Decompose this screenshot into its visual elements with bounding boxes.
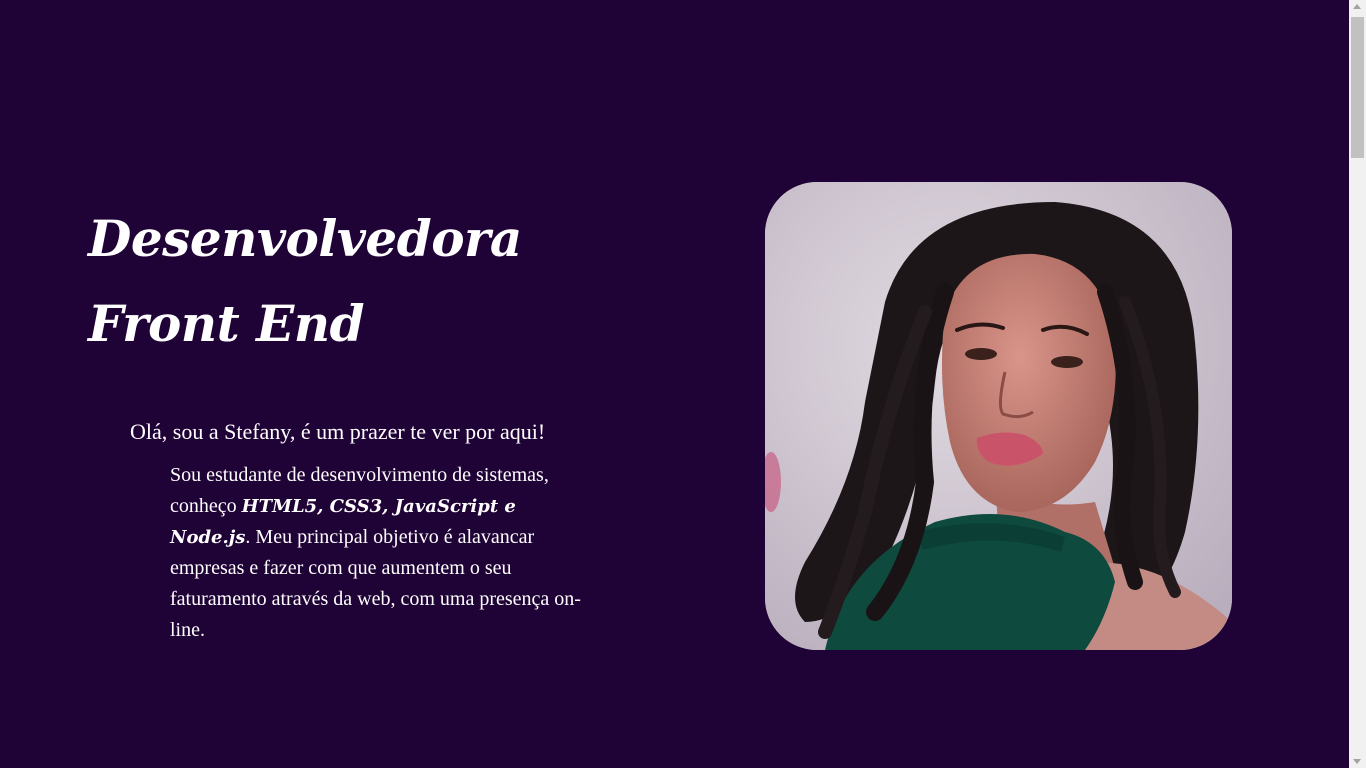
vertical-scrollbar[interactable] (1349, 0, 1366, 768)
page: Desenvolvedora Front End Olá, sou a Stef… (0, 0, 1366, 768)
greeting-text: Olá, sou a Stefany, é um prazer te ver p… (130, 419, 546, 444)
hero-title-line-2: Front End (88, 294, 365, 353)
hero-title-line-1: Desenvolvedora (88, 209, 522, 268)
portrait-illustration (765, 182, 1232, 650)
profile-photo (765, 182, 1232, 650)
bio-paragraph: Sou estudante de desenvolvimento de sist… (170, 460, 602, 646)
hero-title: Desenvolvedora Front End (88, 196, 522, 366)
scroll-up-arrow-icon[interactable] (1353, 4, 1361, 9)
scroll-down-arrow-icon[interactable] (1353, 759, 1361, 764)
scroll-thumb[interactable] (1351, 17, 1364, 158)
